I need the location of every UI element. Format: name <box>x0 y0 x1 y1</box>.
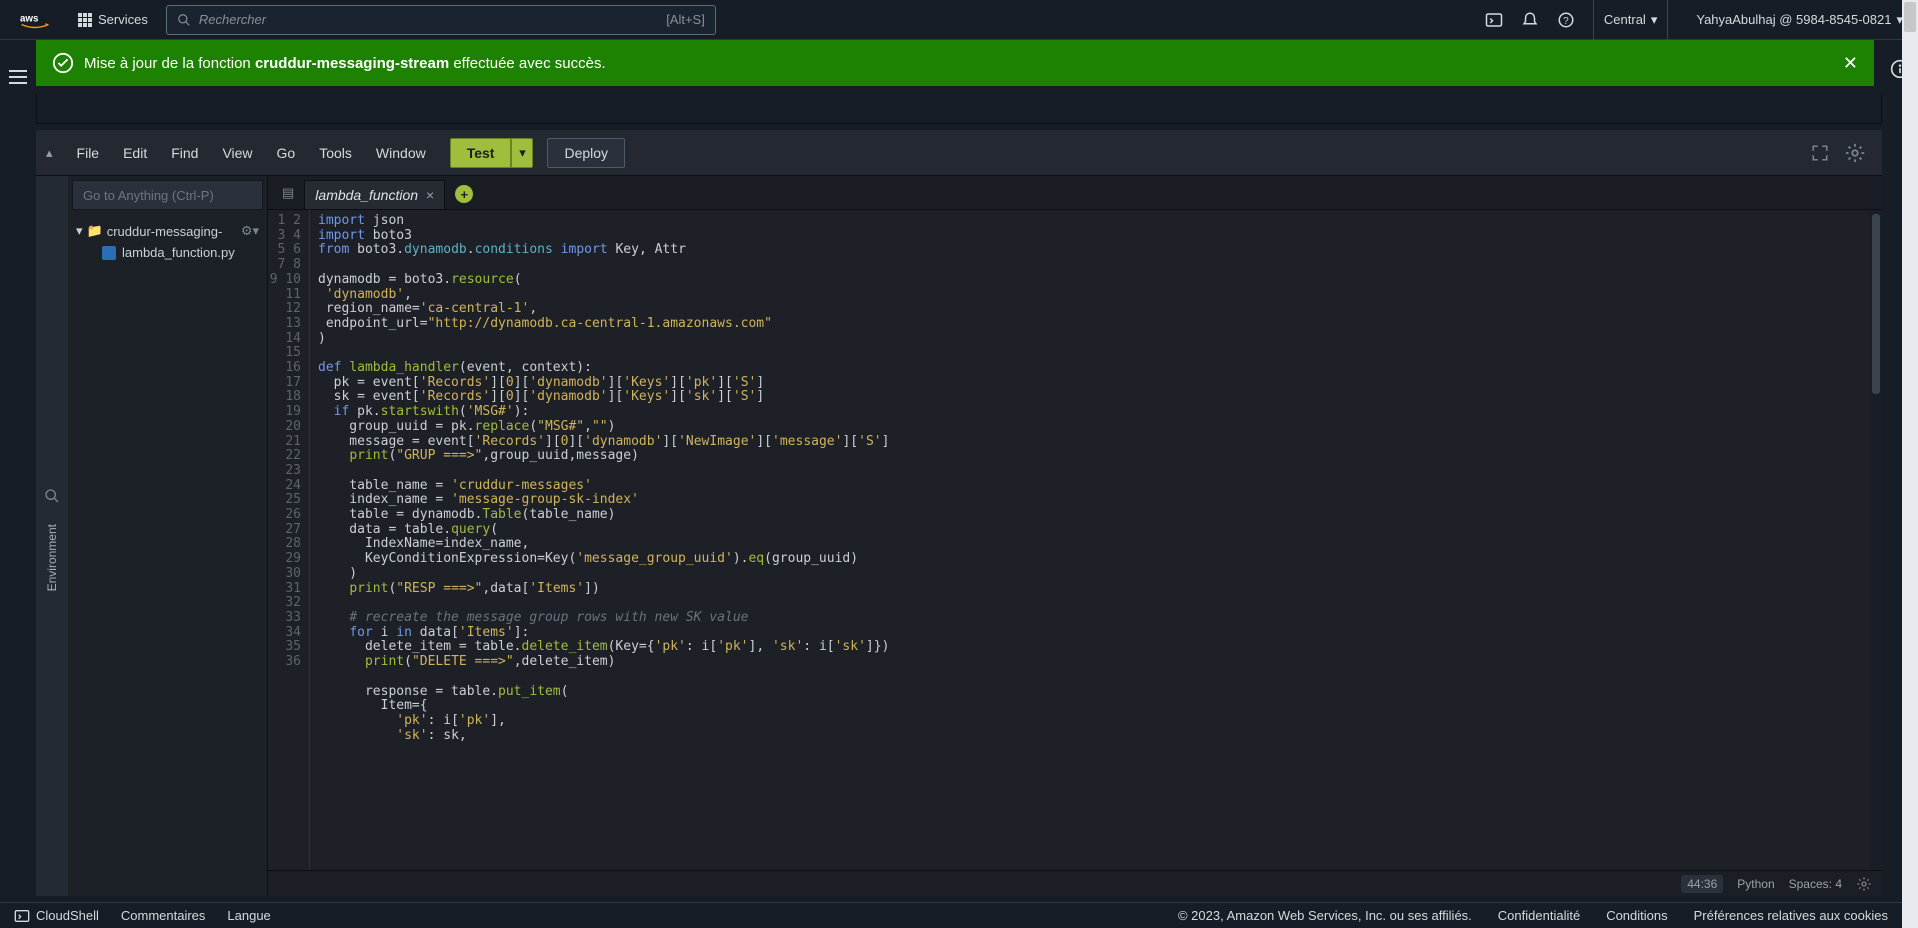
user-selector[interactable]: YahyaAbulhaj @ 5984-8545-0821 ▾ <box>1686 12 1903 28</box>
editor-statusbar: 44:36 Python Spaces: 4 <box>268 870 1882 896</box>
user-label: YahyaAbulhaj @ 5984-8545-0821 <box>1696 12 1891 27</box>
tree-root-folder[interactable]: ▾ 📁 cruddur-messaging- ⚙▾ <box>72 220 263 242</box>
folder-name: cruddur-messaging- <box>107 224 223 239</box>
services-button[interactable]: Services <box>70 8 156 31</box>
python-file-icon <box>102 246 116 260</box>
footer-comments[interactable]: Commentaires <box>121 908 206 923</box>
chevron-down-icon: ▾ <box>76 223 83 239</box>
ide-menubar: ▴ File Edit Find View Go Tools Window Te… <box>36 130 1882 176</box>
editor-scrollbar[interactable] <box>1870 210 1882 870</box>
footer-privacy[interactable]: Confidentialité <box>1498 908 1580 923</box>
environment-tab[interactable]: Environment <box>45 524 59 591</box>
editor-tab-lambda[interactable]: lambda_function × <box>304 180 445 209</box>
fullscreen-icon[interactable] <box>1811 144 1829 162</box>
gear-icon[interactable] <box>1856 876 1872 892</box>
footer-language[interactable]: Langue <box>227 908 270 923</box>
footer-copyright: © 2023, Amazon Web Services, Inc. ou ses… <box>1178 908 1472 923</box>
search-icon <box>177 13 191 27</box>
help-icon[interactable]: ? <box>1557 11 1575 29</box>
editor-tabbar: ▤ lambda_function × + <box>268 176 1882 210</box>
page-scrollbar[interactable] <box>1902 0 1918 928</box>
success-banner: Mise à jour de la fonction cruddur-messa… <box>36 40 1874 86</box>
chevron-down-icon: ▾ <box>1651 12 1658 28</box>
close-banner-button[interactable]: ✕ <box>1843 53 1858 74</box>
add-tab-button[interactable]: + <box>455 185 473 203</box>
bell-icon[interactable] <box>1521 11 1539 29</box>
panel-divider <box>36 94 1882 124</box>
check-circle-icon <box>52 52 74 74</box>
services-label: Services <box>98 12 148 27</box>
search-input[interactable]: Rechercher [Alt+S] <box>166 5 716 35</box>
region-label: Central <box>1604 12 1646 27</box>
ide-left-gutter: Environment <box>36 176 68 896</box>
folder-icon: 📁 <box>87 223 103 239</box>
deploy-button[interactable]: Deploy <box>547 138 625 168</box>
close-tab-icon[interactable]: × <box>426 187 434 203</box>
code-content[interactable]: import json import boto3 from boto3.dyna… <box>310 210 1882 870</box>
region-selector[interactable]: Central ▾ <box>1593 0 1668 40</box>
gear-icon[interactable]: ⚙▾ <box>241 223 259 239</box>
menu-window[interactable]: Window <box>366 139 436 167</box>
indent-mode[interactable]: Spaces: 4 <box>1789 877 1842 891</box>
tab-list-icon[interactable]: ▤ <box>282 185 294 201</box>
tab-label: lambda_function <box>315 187 418 203</box>
cloudshell-icon[interactable] <box>1485 11 1503 29</box>
language-mode[interactable]: Python <box>1737 877 1774 891</box>
menu-view[interactable]: View <box>212 139 262 167</box>
menu-tools[interactable]: Tools <box>309 139 362 167</box>
page-footer: CloudShell Commentaires Langue © 2023, A… <box>0 902 1902 928</box>
menu-find[interactable]: Find <box>161 139 208 167</box>
line-gutter: 1 2 3 4 5 6 7 8 9 10 11 12 13 14 15 16 1… <box>268 210 310 870</box>
test-dropdown[interactable]: ▾ <box>511 138 533 168</box>
top-nav: aws Services Rechercher [Alt+S] ? Centra… <box>0 0 1918 40</box>
gear-icon[interactable] <box>1844 142 1866 164</box>
search-icon[interactable] <box>44 488 60 504</box>
ide-shell: ▴ File Edit Find View Go Tools Window Te… <box>36 130 1882 896</box>
menu-edit[interactable]: Edit <box>113 139 157 167</box>
aws-logo[interactable]: aws <box>15 11 55 29</box>
search-shortcut: [Alt+S] <box>666 12 705 27</box>
tree-file-item[interactable]: lambda_function.py <box>72 242 263 263</box>
file-tree-panel: Go to Anything (Ctrl-P) ▾ 📁 cruddur-mess… <box>68 176 268 896</box>
footer-cookies[interactable]: Préférences relatives aux cookies <box>1694 908 1888 923</box>
file-name: lambda_function.py <box>122 245 235 260</box>
cloudshell-button[interactable]: CloudShell <box>14 908 99 924</box>
goto-anything-input[interactable]: Go to Anything (Ctrl-P) <box>72 180 263 210</box>
test-button[interactable]: Test <box>450 138 512 168</box>
menu-go[interactable]: Go <box>267 139 306 167</box>
grid-icon <box>78 13 92 27</box>
code-editor[interactable]: 1 2 3 4 5 6 7 8 9 10 11 12 13 14 15 16 1… <box>268 210 1882 870</box>
cursor-position[interactable]: 44:36 <box>1681 875 1723 893</box>
banner-text: Mise à jour de la fonction cruddur-messa… <box>84 55 606 72</box>
svg-text:aws: aws <box>20 13 39 24</box>
search-placeholder: Rechercher <box>199 12 266 27</box>
collapse-icon[interactable]: ▴ <box>46 145 53 161</box>
footer-terms[interactable]: Conditions <box>1606 908 1667 923</box>
menu-file[interactable]: File <box>67 139 110 167</box>
svg-text:?: ? <box>1563 15 1569 26</box>
hamburger-icon[interactable] <box>0 40 36 94</box>
